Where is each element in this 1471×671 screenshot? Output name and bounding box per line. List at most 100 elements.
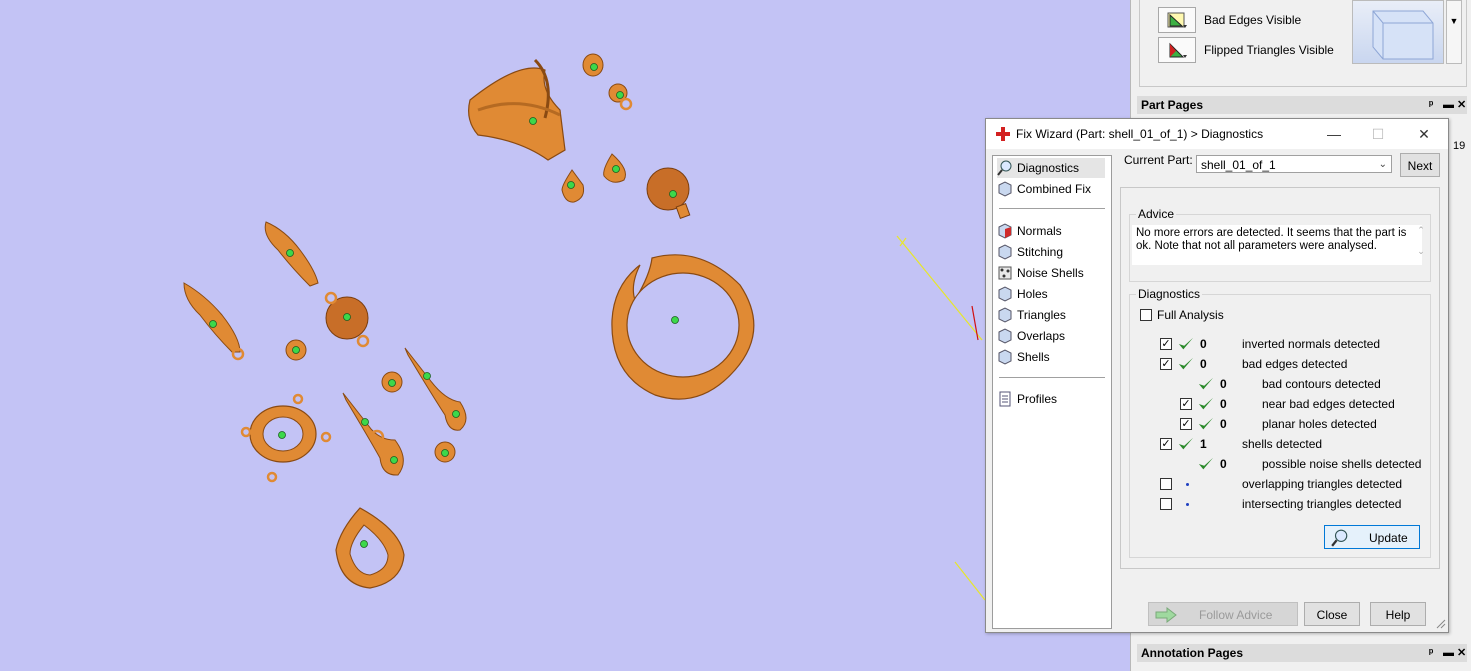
pave-dome-2[interactable] (324, 291, 370, 348)
diagnostics-title: Diagnostics (1136, 287, 1203, 301)
diagnostic-checkbox[interactable]: ✓ (1160, 438, 1172, 450)
normals-icon (998, 223, 1012, 239)
round-setting-1[interactable] (285, 339, 307, 361)
nav-item-stitching[interactable]: Stitching (997, 242, 1105, 262)
bail-long-1[interactable] (264, 221, 319, 287)
advice-group: Advice No more errors are detected. It s… (1129, 207, 1431, 282)
axis-line-red (971, 305, 979, 341)
nav-item-combined-fix[interactable]: Combined Fix (997, 179, 1105, 199)
check-mark-icon (1198, 377, 1214, 390)
part-pages-title: Part Pages ᵖ ▬ ✕ (1137, 96, 1467, 114)
nav-item-triangles[interactable]: Triangles (997, 305, 1105, 325)
nav-item-noise-shells[interactable]: Noise Shells (997, 263, 1105, 283)
full-analysis-checkbox[interactable] (1140, 309, 1152, 321)
red-cross-icon (996, 127, 1010, 141)
prong-setting-part[interactable] (468, 58, 566, 161)
round-setting-3[interactable] (434, 441, 456, 463)
dialog-titlebar[interactable]: Fix Wizard (Part: shell_01_of_1) > Diagn… (986, 119, 1448, 149)
close-panel-icon-2[interactable]: ✕ (1457, 644, 1466, 662)
cube-icon (998, 181, 1012, 197)
view-dropdown-button[interactable]: ▼ (1446, 0, 1462, 64)
chevron-down-icon: ⌄ (1378, 159, 1387, 170)
round-setting-2[interactable] (381, 371, 403, 393)
diagnostics-panel: Advice No more errors are detected. It s… (1120, 187, 1440, 569)
scene-canvas[interactable] (0, 0, 1130, 671)
minimize-panel-icon-2[interactable]: ▬ (1443, 644, 1454, 662)
diagnostic-checkbox[interactable]: ✓ (1160, 338, 1172, 350)
help-button[interactable]: Help (1370, 602, 1426, 626)
resize-grip-icon[interactable] (1436, 619, 1446, 629)
diagnostic-checkbox[interactable]: ✓ (1160, 358, 1172, 370)
nav-item-overlaps[interactable]: Overlaps (997, 326, 1105, 346)
magnifier-icon (1331, 529, 1348, 547)
close-button[interactable]: Close (1304, 602, 1360, 626)
pear-halo-setting[interactable] (335, 507, 405, 589)
check-mark-icon (1178, 337, 1194, 350)
bad-edges-icon[interactable] (1158, 7, 1196, 33)
diagnostic-checkbox[interactable] (1160, 498, 1172, 510)
pin-icon[interactable]: ᵖ (1429, 96, 1433, 114)
diagnostic-count: 0 (1200, 337, 1207, 351)
diagnostic-count: 1 (1200, 437, 1207, 451)
nav-item-profiles[interactable]: Profiles (997, 389, 1105, 409)
diagnostic-label: possible noise shells detected (1262, 457, 1422, 471)
nav-item-diagnostics[interactable]: Diagnostics (997, 158, 1105, 178)
next-button[interactable]: Next (1400, 153, 1440, 177)
drop-earring-1[interactable] (404, 347, 467, 431)
part-pages-side-value: 19 (1453, 140, 1466, 152)
diagnostic-count: 0 (1200, 357, 1207, 371)
wizard-nav-list: Diagnostics Combined Fix Normals Stitchi… (992, 155, 1112, 629)
bail-small-2[interactable] (608, 83, 633, 111)
bad-edges-label: Bad Edges Visible (1204, 13, 1302, 27)
full-analysis-label: Full Analysis (1157, 308, 1224, 322)
advice-scrollbar[interactable]: ⌃ ⌄ (1414, 225, 1428, 265)
diagnostics-group: Diagnostics Full Analysis ✓ 0 inverted nor… (1129, 287, 1431, 558)
drop-earring-2[interactable] (342, 392, 404, 476)
advice-text: No more errors are detected. It seems th… (1132, 225, 1422, 265)
axis-line-yellow (896, 235, 983, 341)
nav-separator-2 (999, 377, 1105, 378)
diagnostic-checkbox[interactable] (1160, 478, 1172, 490)
nav-item-normals[interactable]: Normals (997, 221, 1105, 241)
triangles-icon (998, 307, 1012, 323)
drop-small-2[interactable] (603, 153, 626, 183)
pave-dome-1[interactable] (646, 167, 691, 219)
stitching-icon (998, 244, 1012, 260)
annotation-pages-title: Annotation Pages ᵖ ▬ ✕ (1137, 644, 1467, 662)
drop-small-1[interactable] (561, 169, 585, 203)
flipped-triangles-row[interactable]: Flipped Triangles Visible (1158, 37, 1334, 63)
flipped-triangles-icon[interactable] (1158, 37, 1196, 63)
diagnostic-label: bad contours detected (1262, 377, 1381, 391)
bail-long-2[interactable] (183, 282, 245, 361)
advice-title: Advice (1136, 207, 1177, 221)
pin-icon-2[interactable]: ᵖ (1429, 644, 1433, 662)
status-dot-icon (1186, 483, 1189, 486)
update-button[interactable]: Update (1324, 525, 1420, 549)
current-part-select[interactable]: shell_01_of_1 ⌄ (1196, 155, 1392, 173)
overlaps-icon (998, 328, 1012, 344)
axis-line-yellow-2 (954, 561, 986, 601)
diagnostic-count: 0 (1220, 417, 1227, 431)
minimize-button[interactable]: — (1324, 125, 1344, 143)
ring-part[interactable] (611, 254, 755, 400)
view-cube-preview[interactable] (1352, 0, 1444, 64)
check-mark-icon (1178, 437, 1194, 450)
minimize-panel-icon[interactable]: ▬ (1443, 96, 1454, 114)
nav-item-holes[interactable]: Holes (997, 284, 1105, 304)
check-mark-icon (1198, 397, 1214, 410)
bad-edges-row[interactable]: Bad Edges Visible (1158, 7, 1301, 33)
close-window-button[interactable]: ✕ (1414, 125, 1434, 143)
diagnostic-label: planar holes detected (1262, 417, 1377, 431)
magnifier-icon (997, 160, 1012, 176)
maximize-button[interactable]: ☐ (1368, 125, 1388, 143)
diagnostic-checkbox[interactable]: ✓ (1180, 418, 1192, 430)
nav-item-shells[interactable]: Shells (997, 347, 1105, 367)
bail-small-1[interactable] (582, 53, 604, 77)
oval-halo-setting[interactable] (240, 393, 332, 483)
visibility-box: Bad Edges Visible Flipped Triangles Visi… (1139, 0, 1467, 87)
diagnostic-checkbox[interactable]: ✓ (1180, 398, 1192, 410)
fix-wizard-dialog: Fix Wizard (Part: shell_01_of_1) > Diagn… (985, 118, 1449, 633)
follow-advice-button[interactable]: Follow Advice (1148, 602, 1298, 626)
noise-shells-icon (998, 266, 1012, 280)
close-panel-icon[interactable]: ✕ (1457, 96, 1466, 114)
